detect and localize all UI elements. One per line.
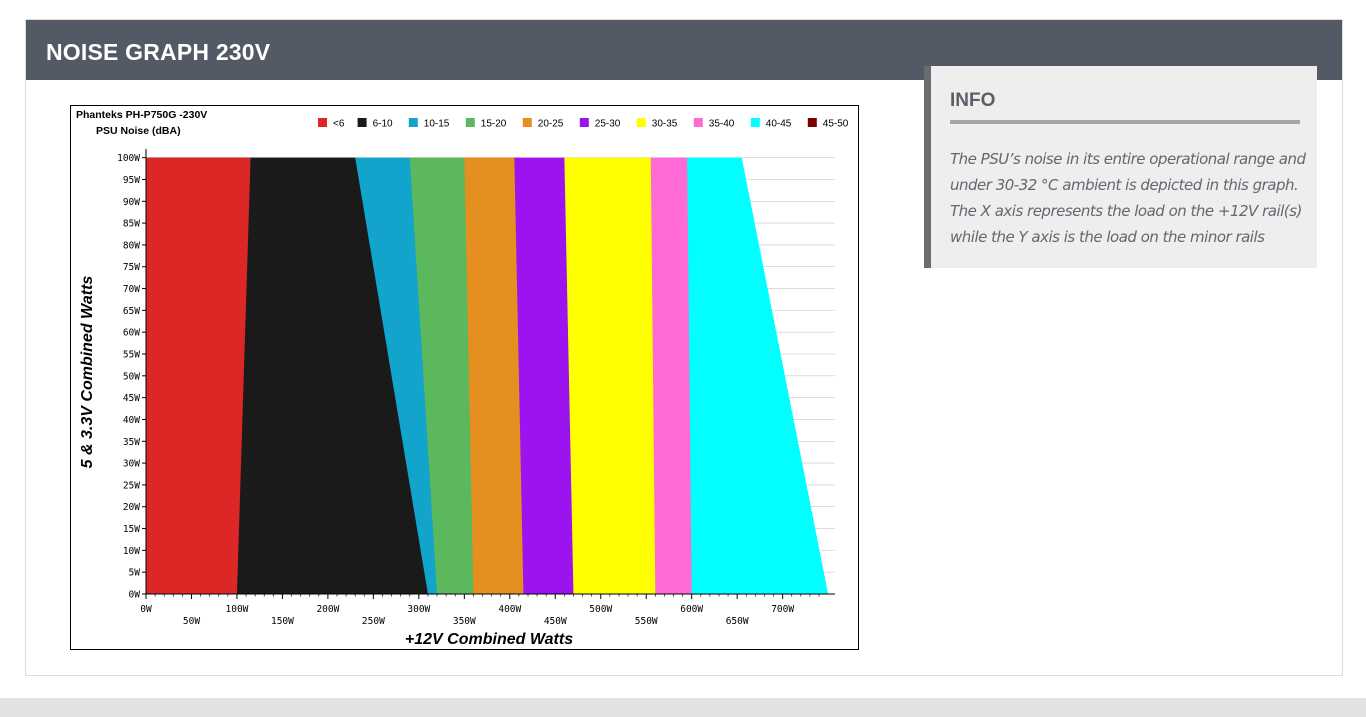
x-tick-label: 50W <box>183 616 200 627</box>
x-tick-label: 200W <box>316 604 339 615</box>
info-panel: INFO The PSU’s noise in its entire opera… <box>924 66 1317 268</box>
legend-swatch <box>807 118 817 127</box>
legend-swatch <box>750 118 760 127</box>
x-tick-label: 0W <box>140 604 152 615</box>
chart-title: Phanteks PH-P750G -230V <box>76 109 207 121</box>
y-tick-label: 85W <box>123 219 140 230</box>
noise-chart: 0W 5W 10W 15W 20W 25W 30W 35W 40W 45W 50W 55W 60W 65W… <box>70 105 859 650</box>
info-divider <box>950 120 1300 124</box>
x-tick-label: 100W <box>226 604 249 615</box>
y-tick-label: 45W <box>123 393 140 404</box>
y-tick-label: 30W <box>123 459 140 470</box>
x-tick-label: 250W <box>362 616 385 627</box>
y-tick-label: 35W <box>123 437 140 448</box>
y-tick-label: 70W <box>123 284 140 295</box>
info-text: The PSU’s noise in its entire operationa… <box>950 150 1306 246</box>
legend-label: 6-10 <box>373 119 393 130</box>
y-tick-label: 100W <box>117 153 140 164</box>
legend-label: 20-25 <box>538 119 564 130</box>
chart-subtitle: PSU Noise (dBA) <box>96 125 181 137</box>
x-tick-label: 650W <box>726 616 749 627</box>
x-axis-label: +12V Combined Watts <box>405 631 573 648</box>
y-tick-label: 65W <box>123 306 140 317</box>
y-tick-label: 50W <box>123 371 140 382</box>
info-title: INFO <box>950 90 996 111</box>
noise-heatmap-svg: 0W 5W 10W 15W 20W 25W 30W 35W 40W 45W 50W 55W 60W 65W… <box>76 109 849 648</box>
legend-label: 30-35 <box>652 119 678 130</box>
x-tick-label: 700W <box>771 604 794 615</box>
y-tick-label: 0W <box>129 590 141 601</box>
legend-swatch <box>318 118 327 127</box>
legend-label: 45-50 <box>823 119 849 130</box>
y-tick-label: 80W <box>123 240 140 251</box>
y-tick-label: 95W <box>123 175 140 186</box>
y-tick-label: 55W <box>123 350 140 361</box>
section-title: NOISE GRAPH 230V <box>46 39 271 65</box>
legend-swatch <box>693 118 703 127</box>
legend-label: 10-15 <box>424 119 450 130</box>
y-tick-label: 20W <box>123 502 140 513</box>
y-tick-label: 40W <box>123 415 140 426</box>
legend-swatch <box>579 118 589 127</box>
y-tick-label: 10W <box>123 546 140 557</box>
legend-swatch <box>357 118 367 127</box>
y-tick-label: 90W <box>123 197 140 208</box>
x-tick-label: 450W <box>544 616 567 627</box>
y-tick-label: 5W <box>129 568 141 579</box>
y-axis-label: 5 & 3.3V Combined Watts <box>79 276 96 469</box>
legend-label: 15-20 <box>481 119 507 130</box>
x-tick-label: 400W <box>498 604 521 615</box>
legend-label: 35-40 <box>709 119 735 130</box>
legend-swatch <box>522 118 532 127</box>
legend-label: 40-45 <box>766 119 792 130</box>
y-tick-label: 75W <box>123 262 140 273</box>
x-tick-label: 350W <box>453 616 476 627</box>
y-tick-label: 60W <box>123 328 140 339</box>
x-tick-label: 550W <box>635 616 658 627</box>
region-lt6 <box>146 157 251 594</box>
x-tick-label: 600W <box>680 604 703 615</box>
legend-label: <6 <box>333 119 345 130</box>
x-tick-label: 500W <box>589 604 612 615</box>
footer-bar <box>0 698 1366 717</box>
y-tick-label: 25W <box>123 480 140 491</box>
legend-label: 25-30 <box>595 119 621 130</box>
x-tick-label: 300W <box>407 604 430 615</box>
legend-swatch <box>408 118 418 127</box>
y-tick-label: 15W <box>123 524 140 535</box>
legend-swatch <box>636 118 646 127</box>
x-tick-label: 150W <box>271 616 294 627</box>
legend-swatch <box>465 118 475 127</box>
